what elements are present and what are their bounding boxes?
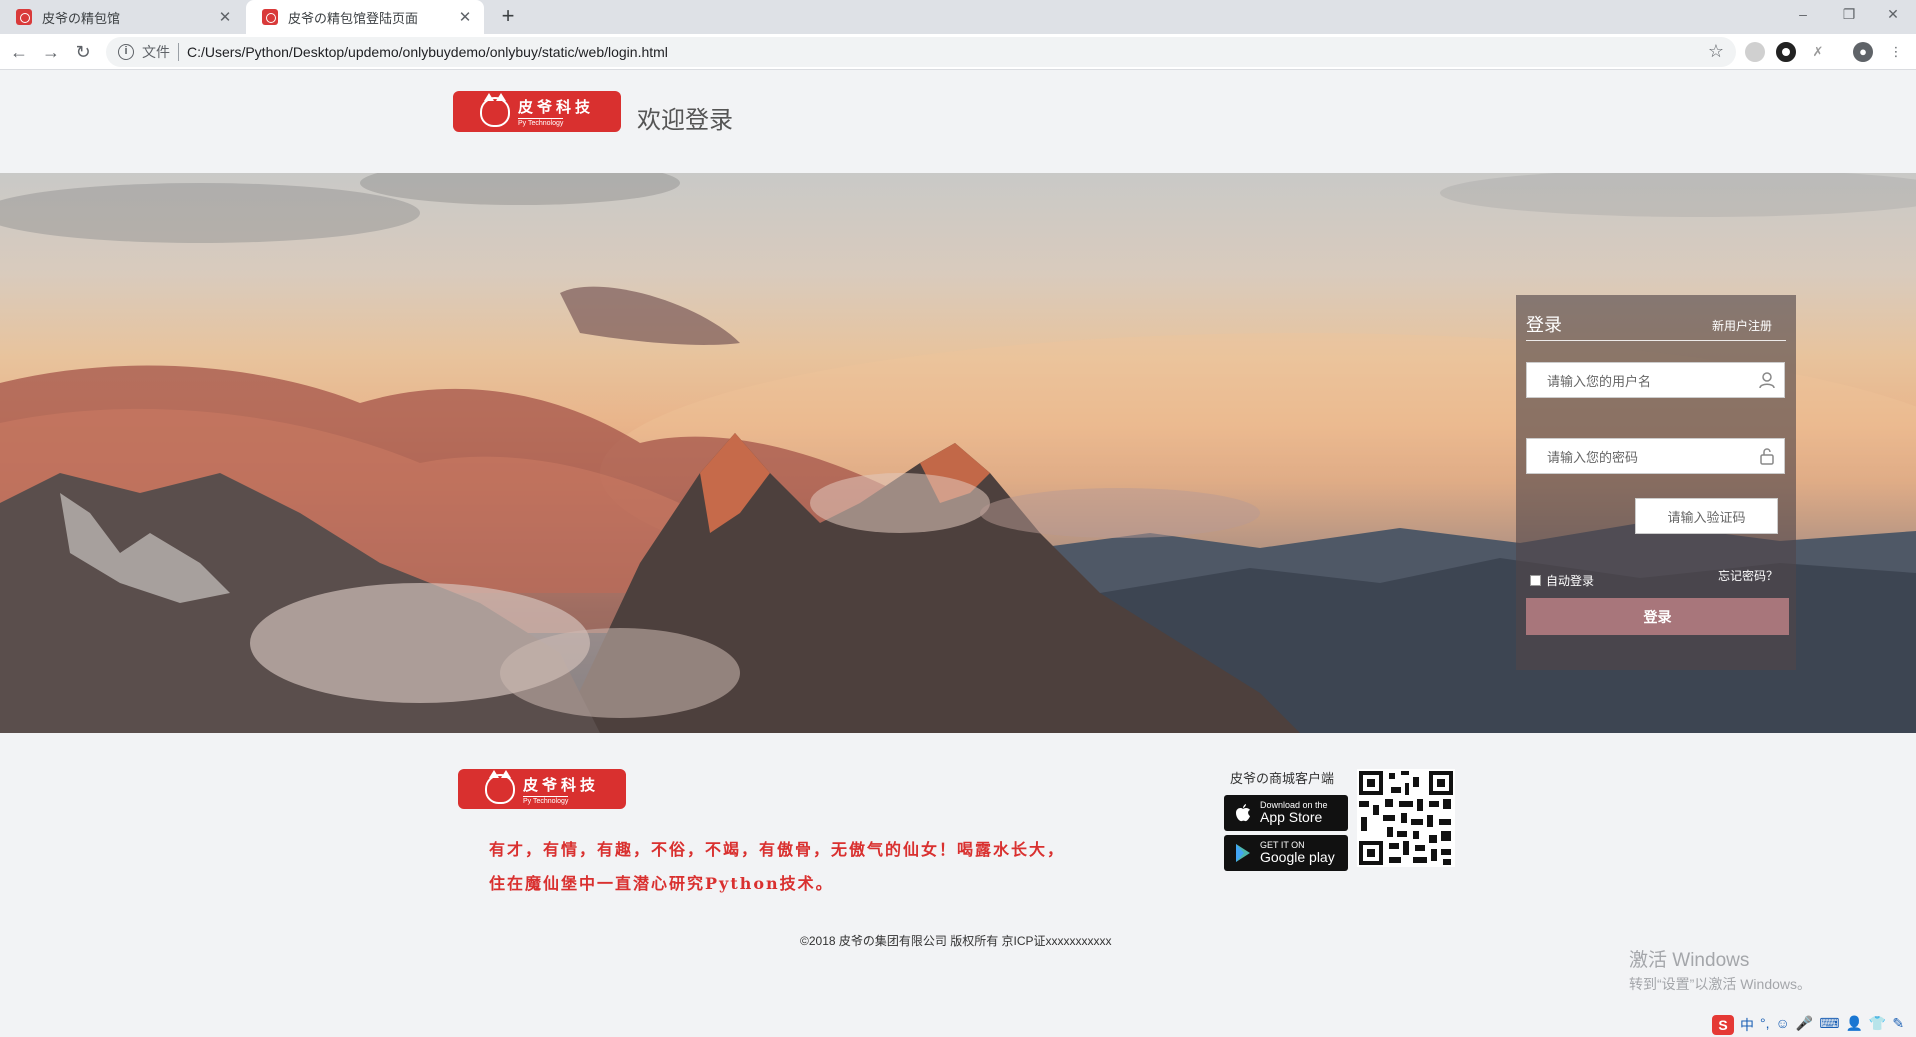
- address-separator: [178, 43, 179, 61]
- close-window-button[interactable]: ✕: [1870, 0, 1916, 30]
- logo-subtext: Py Technology: [522, 795, 569, 805]
- auto-login-checkbox[interactable]: [1530, 575, 1541, 586]
- cat-logo-icon: [479, 92, 510, 127]
- login-button[interactable]: 登录: [1526, 598, 1789, 635]
- address-bar[interactable]: i 文件 C:/Users/Python/Desktop/updemo/only…: [106, 37, 1736, 67]
- extension-x-icon[interactable]: ✗: [1808, 42, 1828, 62]
- login-title: 登录: [1526, 315, 1562, 335]
- app-store-button[interactable]: Download on the App Store: [1224, 795, 1348, 831]
- auto-login-label: 自动登录: [1546, 574, 1595, 588]
- activate-subtitle: 转到“设置”以激活 Windows。: [1629, 976, 1812, 992]
- close-tab-icon[interactable]: ✕: [456, 8, 474, 26]
- close-tab-icon[interactable]: ✕: [216, 8, 234, 26]
- browser-tab[interactable]: 皮爷の精包馆 ✕: [0, 0, 244, 34]
- slogan-line: 有才，有情，有趣，不俗，不竭，有傲骨，无傲气的仙女！喝露水长大，: [489, 840, 1066, 859]
- login-panel: 登录 新用户注册 请输入您的用户名 请输入您的密码 请输入验证码 自动登录 忘记…: [1516, 295, 1796, 670]
- profile-icon[interactable]: ●: [1853, 42, 1873, 62]
- tab-title: 皮爷の精包馆: [42, 10, 121, 26]
- ime-tools-icon[interactable]: ✎: [1892, 1015, 1904, 1035]
- ime-toolbar[interactable]: S 中 °, ☺ 🎤 ⌨ 👤 👕 ✎: [1712, 1015, 1904, 1035]
- google-play-big-text: Google play: [1260, 849, 1335, 866]
- password-field[interactable]: 请输入您的密码: [1526, 438, 1785, 474]
- ime-keyboard-icon[interactable]: ⌨: [1819, 1015, 1839, 1035]
- browser-tab-bar: 皮爷の精包馆 ✕ 皮爷の精包馆登陆页面 ✕ + – ❐ ✕: [0, 0, 1916, 34]
- sogou-ime-icon[interactable]: S: [1712, 1015, 1734, 1035]
- menu-icon[interactable]: ⋮: [1886, 42, 1906, 62]
- logo-subtext: Py Technology: [517, 118, 564, 127]
- google-play-button[interactable]: GET IT ON Google play: [1224, 835, 1348, 871]
- tab-title: 皮爷の精包馆登陆页面: [288, 10, 419, 26]
- ime-skin-icon[interactable]: 👕: [1869, 1015, 1886, 1035]
- google-play-icon: [1236, 844, 1250, 862]
- client-label: 皮爷の商城客户端: [1230, 771, 1335, 786]
- new-tab-button[interactable]: +: [495, 4, 521, 30]
- ime-user-icon[interactable]: 👤: [1845, 1015, 1862, 1035]
- ime-microphone-icon[interactable]: 🎤: [1796, 1015, 1813, 1035]
- username-placeholder: 请输入您的用户名: [1547, 373, 1652, 389]
- copyright-text: ©2018 皮爷の集团有限公司 版权所有 京ICP证xxxxxxxxxxx: [800, 934, 1112, 948]
- register-link[interactable]: 新用户注册: [1712, 317, 1772, 334]
- address-url[interactable]: C:/Users/Python/Desktop/updemo/onlybuyde…: [187, 44, 668, 60]
- address-scheme: 文件: [142, 44, 170, 60]
- user-icon: [1759, 372, 1775, 389]
- minimize-button[interactable]: –: [1780, 0, 1826, 30]
- footer-logo[interactable]: 皮爷科技 Py Technology: [458, 769, 626, 809]
- login-header: 登录 新用户注册: [1526, 311, 1786, 341]
- slogan-line: 住在魔仙堡中一直潜心研究Python技术。: [489, 874, 834, 893]
- info-icon[interactable]: i: [118, 44, 134, 60]
- forward-icon[interactable]: →: [38, 39, 64, 65]
- reload-icon[interactable]: ↻: [70, 39, 96, 65]
- bookmark-star-icon[interactable]: ☆: [1708, 41, 1724, 62]
- browser-tab-active[interactable]: 皮爷の精包馆登陆页面 ✕: [246, 0, 484, 34]
- cat-logo-icon: [484, 770, 515, 804]
- extension-icon[interactable]: [1776, 42, 1796, 62]
- forgot-password-link[interactable]: 忘记密码？: [1718, 567, 1778, 584]
- favicon-icon: [262, 9, 278, 25]
- auto-login-option[interactable]: 自动登录: [1530, 572, 1594, 589]
- restore-button[interactable]: ❐: [1826, 0, 1872, 30]
- qr-code-image: [1357, 769, 1455, 867]
- username-field[interactable]: 请输入您的用户名: [1526, 362, 1785, 398]
- back-icon[interactable]: ←: [6, 39, 32, 65]
- ime-punctuation-icon[interactable]: °,: [1760, 1015, 1770, 1035]
- ime-chinese-mode[interactable]: 中: [1740, 1015, 1754, 1035]
- activate-title: 激活 Windows: [1629, 950, 1750, 971]
- app-store-big-text: App Store: [1260, 809, 1323, 826]
- logo-text: 皮爷科技: [522, 775, 599, 794]
- favicon-icon: [16, 9, 32, 25]
- browser-toolbar: ← → ↻ i 文件 C:/Users/Python/Desktop/updem…: [0, 34, 1916, 70]
- extension-icon[interactable]: [1745, 42, 1765, 62]
- windows-activation-watermark: 激活 Windows 转到“设置”以激活 Windows。: [1629, 945, 1811, 994]
- header-logo[interactable]: 皮爷科技 Py Technology: [453, 91, 621, 132]
- welcome-title: 欢迎登录: [637, 107, 733, 134]
- logo-text: 皮爷科技: [517, 98, 594, 116]
- captcha-field[interactable]: 请输入验证码: [1635, 498, 1778, 534]
- password-placeholder: 请输入您的密码: [1547, 449, 1639, 465]
- ime-emoji-icon[interactable]: ☺: [1776, 1015, 1790, 1035]
- apple-icon: [1236, 804, 1250, 822]
- lock-icon: [1760, 448, 1774, 465]
